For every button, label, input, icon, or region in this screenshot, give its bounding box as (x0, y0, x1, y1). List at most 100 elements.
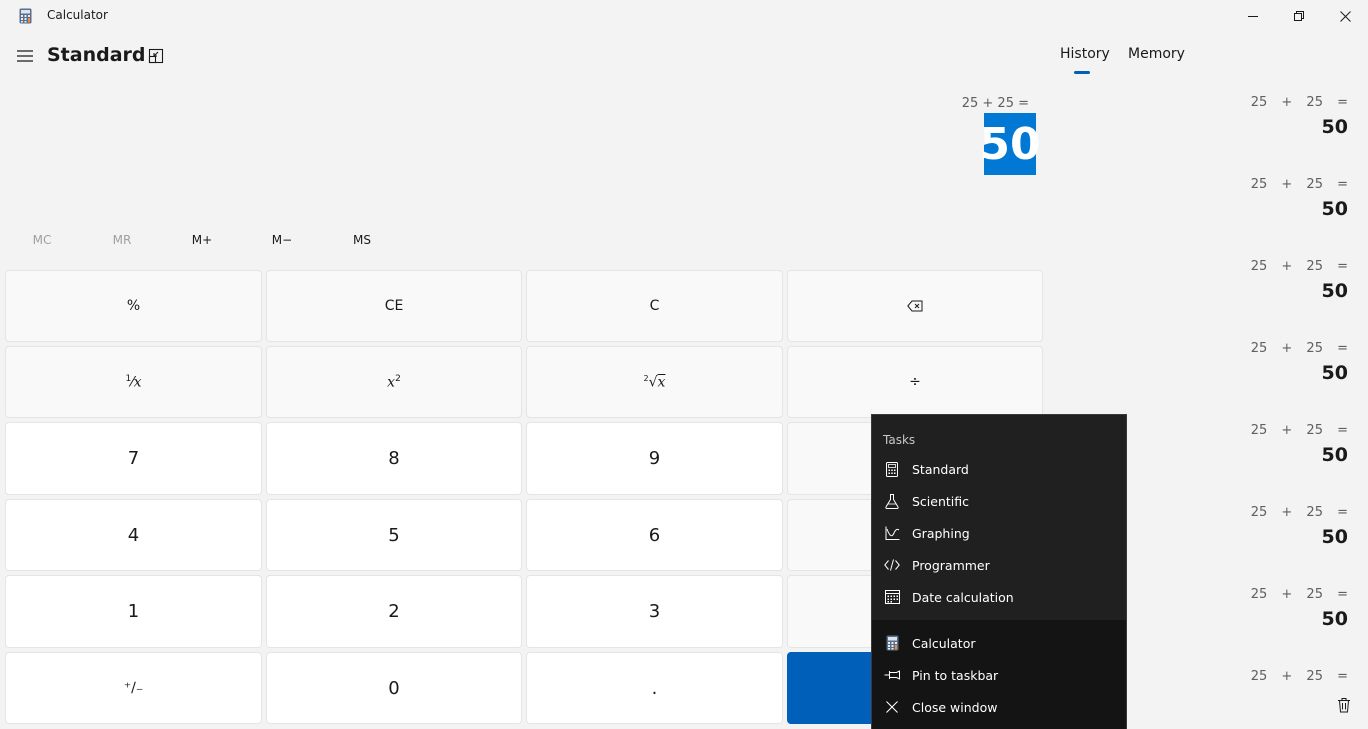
reciprocal-button[interactable]: 1⁄x (5, 346, 262, 418)
digit-7-button[interactable]: 7 (5, 422, 262, 495)
percent-button[interactable]: % (5, 270, 262, 342)
jump-list-item-calculator-app[interactable]: Calculator (872, 627, 1126, 659)
clear-history-button[interactable] (1334, 695, 1354, 715)
trash-icon (1338, 698, 1350, 713)
history-item[interactable]: 25 + 25 = 50 (1150, 341, 1348, 384)
restore-icon (1294, 11, 1304, 21)
memory-subtract-button[interactable]: M− (242, 233, 322, 255)
negate-label: ⁺∕₋ (123, 680, 144, 696)
jump-list-label: Close window (912, 699, 998, 715)
digit-label: 8 (388, 448, 400, 469)
jump-list-label: Programmer (912, 557, 990, 573)
jump-list-item-standard[interactable]: Standard (872, 453, 1126, 485)
tab-memory[interactable]: Memory (1128, 46, 1185, 62)
pin-icon (872, 665, 912, 685)
hamburger-icon (17, 50, 33, 62)
root-base: x (657, 374, 666, 391)
digit-2-button[interactable]: 2 (266, 575, 522, 648)
clear-entry-button[interactable]: CE (266, 270, 522, 342)
navigation-menu-button[interactable] (12, 42, 38, 70)
memory-clear-button[interactable]: MC (2, 233, 82, 255)
jump-list-item-date-calculation[interactable]: Date calculation (872, 581, 1126, 613)
negate-button[interactable]: ⁺∕₋ (5, 652, 262, 724)
result-display[interactable]: 50 (979, 113, 1041, 175)
jump-list-item-scientific[interactable]: Scientific (872, 485, 1126, 517)
reciprocal-label: 1⁄x (125, 373, 142, 391)
calculator-icon (872, 459, 912, 479)
history-expression: 25 + 25 = (1250, 259, 1348, 274)
history-expression: 25 + 25 = (1250, 669, 1348, 683)
history-result: 50 (1321, 280, 1348, 302)
clear-button[interactable]: C (526, 270, 783, 342)
history-result: 50 (1321, 444, 1348, 466)
digit-9-button[interactable]: 9 (526, 422, 783, 495)
keep-on-top-icon (148, 48, 164, 64)
digit-8-button[interactable]: 8 (266, 422, 522, 495)
square-exponent: 2 (395, 373, 401, 384)
history-item[interactable]: 25 + 25 = 50 (1150, 177, 1348, 220)
jump-list-item-pin-to-taskbar[interactable]: Pin to taskbar (872, 659, 1126, 691)
code-icon (872, 555, 912, 575)
jump-list-item-close-window[interactable]: Close window (872, 691, 1126, 723)
jump-list-label: Scientific (912, 493, 970, 509)
memory-store-button[interactable]: MS (322, 233, 402, 255)
digit-label: 9 (648, 448, 661, 469)
history-result: 50 (1321, 116, 1348, 138)
backspace-button[interactable] (787, 270, 1043, 342)
digit-label: 7 (127, 448, 140, 469)
digit-3-button[interactable]: 3 (526, 575, 783, 648)
jump-list-label: Graphing (912, 525, 970, 541)
digit-5-button[interactable]: 5 (266, 499, 522, 571)
history-expression: 25 + 25 = (1250, 505, 1348, 520)
active-tab-indicator (1074, 71, 1090, 74)
jump-list-item-programmer[interactable]: Programmer (872, 549, 1126, 581)
jump-list-label: Date calculation (912, 589, 1014, 605)
calendar-icon (872, 587, 912, 607)
history-item[interactable]: 25 + 25 = 50 (1150, 423, 1348, 466)
history-result: 50 (1321, 198, 1348, 220)
jump-list-tasks-header: Tasks (883, 433, 916, 447)
square-root-button[interactable]: 2√x (526, 346, 783, 418)
digit-4-button[interactable]: 4 (5, 499, 262, 571)
history-item[interactable]: 25 + 25 = 50 (1150, 505, 1348, 548)
memory-recall-button[interactable]: MR (82, 233, 162, 255)
digit-label: 1 (127, 601, 140, 622)
digit-label: 4 (127, 524, 140, 546)
close-icon (1339, 10, 1351, 22)
digit-label: 3 (648, 601, 661, 622)
history-item[interactable]: 25 + 25 = 50 (1150, 95, 1348, 138)
history-expression: 25 + 25 = (1250, 95, 1348, 110)
history-result: 50 (1321, 608, 1348, 630)
digit-6-button[interactable]: 6 (526, 499, 783, 571)
history-item[interactable]: 25 + 25 = (1150, 669, 1348, 683)
history-expression: 25 + 25 = (1250, 177, 1348, 192)
history-item[interactable]: 25 + 25 = 50 (1150, 259, 1348, 302)
divide-button[interactable]: ÷ (787, 346, 1043, 418)
flask-icon (872, 491, 912, 511)
history-expression: 25 + 25 = (1250, 423, 1348, 438)
digit-1-button[interactable]: 1 (5, 575, 262, 648)
jump-list-label: Pin to taskbar (912, 667, 999, 683)
jump-list-item-graphing[interactable]: Graphing (872, 517, 1126, 549)
memory-add-button[interactable]: M+ (162, 233, 242, 255)
history-expression: 25 + 25 = (1250, 341, 1348, 356)
taskbar-jump-list: Tasks Standard Scientific Graphing Progr… (871, 414, 1127, 729)
history-item[interactable]: 25 + 25 = 50 (1150, 587, 1348, 630)
history-result: 50 (1321, 362, 1348, 384)
title-bar: Calculator (0, 0, 1368, 32)
close-button[interactable] (1322, 0, 1368, 32)
keep-on-top-button[interactable] (144, 44, 168, 68)
graph-icon (872, 523, 912, 543)
square-button[interactable]: x2 (266, 346, 522, 418)
page-title: Standard (47, 44, 146, 66)
decimal-button[interactable]: . (526, 652, 783, 724)
root-index: 2 (643, 373, 649, 383)
minimize-button[interactable] (1230, 0, 1276, 32)
restore-button[interactable] (1276, 0, 1322, 32)
digit-0-button[interactable]: 0 (266, 652, 522, 724)
history-result: 50 (1321, 526, 1348, 548)
divide-label: ÷ (909, 374, 921, 390)
percent-label: % (126, 298, 141, 314)
window-title: Calculator (47, 8, 108, 22)
tab-history[interactable]: History (1060, 46, 1110, 62)
